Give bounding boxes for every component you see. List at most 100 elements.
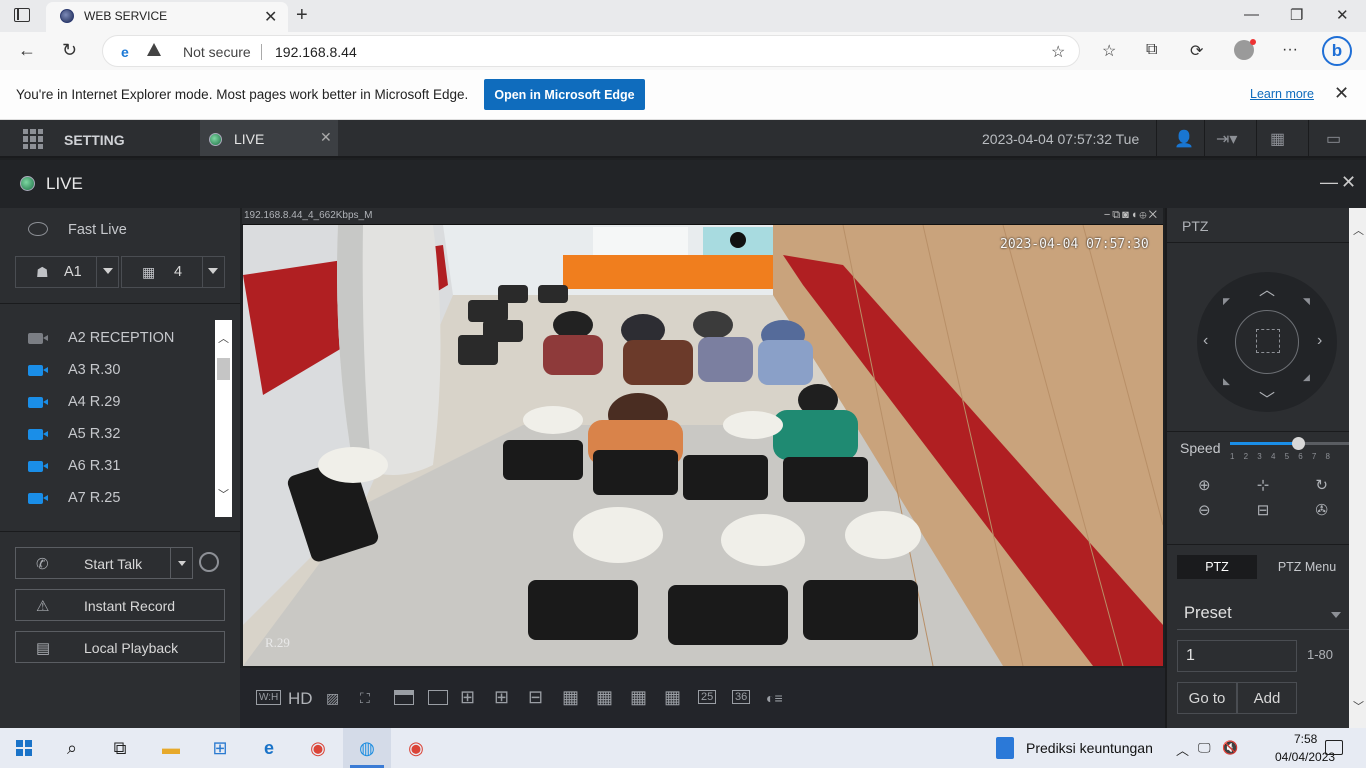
open-in-edge-button[interactable]: Open in Microsoft Edge <box>484 79 645 110</box>
ptz-up-left-icon[interactable]: ◤ <box>1223 296 1230 307</box>
talk-status-icon[interactable] <box>199 552 219 572</box>
infobar-close-icon[interactable]: ✕ <box>1334 83 1349 104</box>
scrollbar-thumb[interactable] <box>217 358 230 380</box>
microsoft-store-icon[interactable]: ⊞ <box>206 734 234 762</box>
start-talk-button[interactable]: ✆ Start Talk <box>15 547 193 579</box>
close-live-icon[interactable]: ✕ <box>1341 172 1356 193</box>
snapshot-icon[interactable]: ◙ <box>1122 209 1131 221</box>
scroll-up-icon[interactable]: ︿ <box>1353 222 1364 238</box>
ptz-left-icon[interactable]: ‹ <box>1203 332 1208 350</box>
chrome-profile-icon[interactable]: ◉ <box>402 734 430 762</box>
layout-9-icon[interactable]: ▦ <box>562 687 579 708</box>
fullscreen-icon[interactable]: ⛶ <box>360 690 370 707</box>
search-icon[interactable]: ⌕ <box>58 734 86 762</box>
ptz-direction-pad[interactable]: ︿ ﹀ ‹ › ◤ ◥ ◣ ◢ <box>1197 272 1337 412</box>
chevron-down-icon[interactable] <box>208 268 218 274</box>
goto-preset-button[interactable]: Go to <box>1177 682 1237 714</box>
fast-live-label[interactable]: Fast Live <box>68 222 127 238</box>
qr-code-icon[interactable]: ▦ <box>1270 129 1285 149</box>
browser-essentials-icon[interactable]: ⟳ <box>1190 41 1203 61</box>
minimize-window-icon[interactable]: — <box>1244 6 1259 23</box>
zoom-out-icon[interactable]: ⊖ <box>1175 498 1234 523</box>
layout-25-button[interactable]: 25 <box>698 690 717 704</box>
browser-tab[interactable]: WEB SERVICE ✕ <box>46 2 288 32</box>
live-tab-close-icon[interactable]: ✕ <box>320 129 332 146</box>
add-favorite-icon[interactable]: ☆ <box>1051 42 1065 62</box>
scroll-up-icon[interactable]: ︿ <box>218 330 229 346</box>
favorites-icon[interactable]: ☆ <box>1102 41 1116 61</box>
security-label[interactable]: Not secure <box>183 44 251 60</box>
scroll-down-icon[interactable]: ﹀ <box>218 486 229 502</box>
scroll-down-icon[interactable]: ﹀ <box>1353 698 1364 714</box>
camera-video-feed[interactable]: 2023-04-04 07:57:30 R.29 <box>243 225 1163 666</box>
preset-number-input[interactable] <box>1177 640 1297 672</box>
internet-explorer-icon[interactable]: e <box>255 734 283 762</box>
windows-start-icon[interactable] <box>16 740 32 756</box>
video-settings-icon[interactable]: ▨ <box>326 690 339 707</box>
volume-muted-icon[interactable]: 🔇 <box>1222 740 1238 756</box>
close-video-icon[interactable]: ✕ <box>1149 209 1159 221</box>
main-menu-grid-icon[interactable] <box>23 129 43 149</box>
layout-1-wide-icon[interactable] <box>394 690 414 705</box>
local-playback-button[interactable]: ▤ Local Playback <box>15 631 225 663</box>
chevron-down-icon[interactable] <box>178 561 186 566</box>
layout-16-icon[interactable]: ▦ <box>630 687 647 708</box>
minimize-live-icon[interactable]: — <box>1320 172 1338 193</box>
tab-ptz-menu[interactable]: PTZ Menu <box>1267 555 1347 579</box>
ptz-up-icon[interactable]: ︿ <box>1259 276 1275 300</box>
ie-mode-icon[interactable]: e <box>121 44 129 60</box>
ptz-right-icon[interactable]: › <box>1317 332 1322 350</box>
focus-out-icon[interactable]: ⊟ <box>1234 498 1293 523</box>
new-tab-icon[interactable]: + <box>296 4 308 27</box>
channel-select[interactable]: ☗ A1 <box>15 256 119 288</box>
layout-select[interactable]: ▦ 4 <box>121 256 225 288</box>
more-options-icon[interactable]: ··· <box>1282 41 1298 59</box>
fullscreen-monitor-icon[interactable]: ▭ <box>1326 129 1341 149</box>
camera-list-scrollbar[interactable]: ︿ ﹀ <box>215 320 232 517</box>
speed-slider-knob[interactable] <box>1291 437 1305 450</box>
ptz-center-button[interactable] <box>1235 310 1299 374</box>
chevron-down-icon[interactable] <box>103 268 113 274</box>
refresh-icon[interactable]: ↻ <box>62 40 77 61</box>
zoom-in-icon[interactable]: ⊕ <box>1175 473 1234 498</box>
tab-actions-icon[interactable] <box>14 8 30 22</box>
layout-20-icon[interactable]: ▦ <box>664 687 681 708</box>
tab-live[interactable]: LIVE ✕ <box>200 120 338 156</box>
layout-8-icon[interactable]: ⊟ <box>528 687 543 708</box>
hd-stream-button[interactable]: HD <box>288 689 313 709</box>
ptz-down-icon[interactable]: ﹀ <box>1259 386 1275 410</box>
setting-menu[interactable]: SETTING <box>64 132 125 148</box>
file-explorer-icon[interactable]: ▬ <box>157 734 185 762</box>
chevron-down-icon[interactable] <box>1331 612 1341 618</box>
collections-icon[interactable]: ⧉ <box>1146 41 1157 59</box>
layout-1-icon[interactable] <box>428 690 448 705</box>
show-hidden-icons-icon[interactable]: ︿ <box>1176 740 1189 759</box>
learn-more-link[interactable]: Learn more <box>1250 87 1314 101</box>
ptz-speed-slider[interactable] <box>1230 437 1350 450</box>
zoom-icon[interactable]: ⊕ <box>1139 209 1148 221</box>
chrome-icon[interactable]: ◉ <box>304 734 332 762</box>
ptz-panel-scrollbar[interactable]: ︿ ﹀ <box>1349 208 1366 728</box>
iris-open-icon[interactable]: ↻ <box>1292 473 1351 498</box>
taskbar-news-text[interactable]: Prediksi keuntungan <box>1026 740 1153 756</box>
ptz-down-right-icon[interactable]: ◢ <box>1303 372 1310 383</box>
layout-6-icon[interactable]: ⊞ <box>494 687 509 708</box>
instant-record-button[interactable]: ⚠ Instant Record <box>15 589 225 621</box>
address-field[interactable]: e Not secure 192.168.8.44 ☆ <box>102 35 1080 67</box>
iris-close-icon[interactable]: ✇ <box>1292 498 1351 523</box>
logout-icon[interactable]: ⇥▾ <box>1216 129 1237 149</box>
notification-center-icon[interactable] <box>1325 740 1343 755</box>
focus-in-icon[interactable]: ⊹ <box>1234 473 1293 498</box>
ptz-function-select[interactable]: Preset <box>1177 598 1349 630</box>
layout-36-button[interactable]: 36 <box>732 690 751 704</box>
close-stream-icon[interactable]: −⧉ <box>1104 209 1122 221</box>
user-icon[interactable]: 👤 <box>1174 129 1194 149</box>
layout-13-icon[interactable]: ▦ <box>596 687 613 708</box>
tab-ptz[interactable]: PTZ <box>1177 555 1257 579</box>
bing-chat-icon[interactable]: b <box>1322 36 1352 66</box>
ptz-down-left-icon[interactable]: ◣ <box>1223 376 1230 387</box>
add-preset-button[interactable]: Add <box>1237 682 1297 714</box>
aspect-ratio-button[interactable]: W:H <box>256 690 282 705</box>
url-text[interactable]: 192.168.8.44 <box>275 44 357 60</box>
taskbar-clock-time[interactable]: 7:58 <box>1294 732 1317 746</box>
